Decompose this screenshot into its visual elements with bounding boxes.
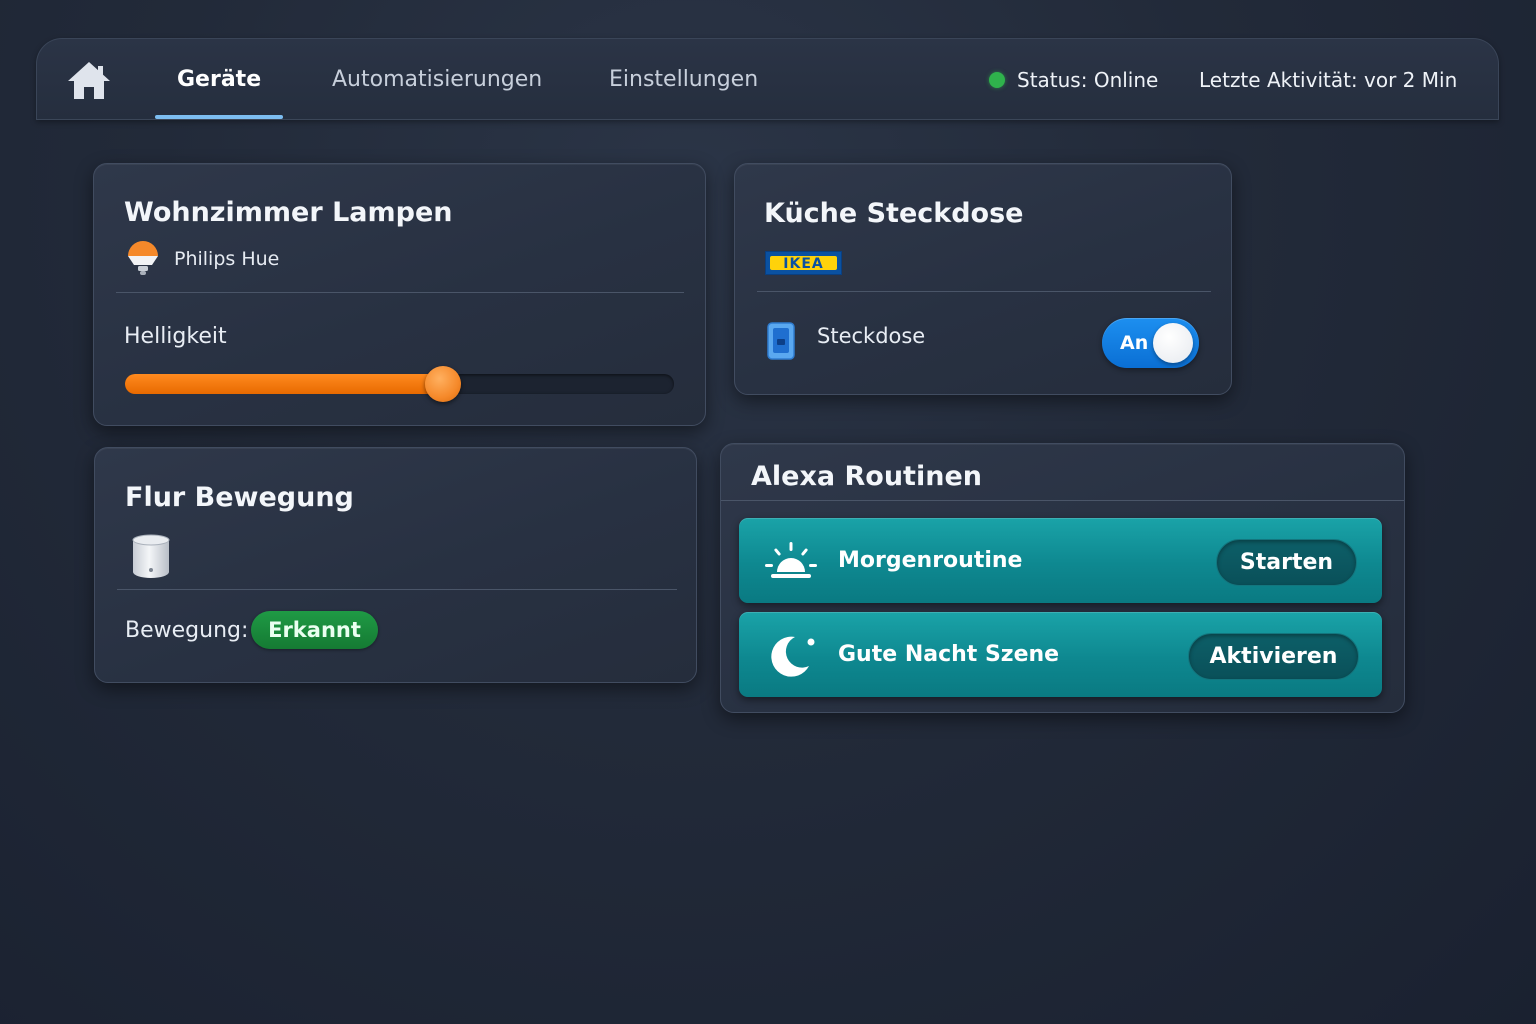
divider — [117, 589, 677, 590]
motion-label: Bewegung: — [125, 618, 249, 643]
card-title: Wohnzimmer Lampen — [124, 197, 453, 228]
routine-row-morgenroutine: Morgenroutine Starten — [739, 518, 1382, 603]
toggle-label: An — [1120, 332, 1149, 354]
activate-routine-button[interactable]: Aktivieren — [1188, 633, 1359, 680]
last-activity-text: Letzte Aktivität: vor 2 Min — [1199, 68, 1458, 92]
top-navigation-bar: Geräte Automatisierungen Einstellungen S… — [36, 38, 1499, 120]
status-indicator-icon — [989, 72, 1005, 88]
outlet-label: Steckdose — [817, 324, 926, 348]
divider — [757, 291, 1211, 292]
brightness-label: Helligkeit — [124, 324, 227, 349]
ikea-logo: IKEA — [765, 251, 842, 275]
brightness-slider-thumb[interactable] — [425, 366, 462, 402]
brand-row: Philips Hue — [126, 241, 279, 277]
connection-status: Status: Online — [989, 39, 1158, 121]
brand-label: Philips Hue — [174, 248, 280, 270]
tab-geraete[interactable]: Geräte — [177, 39, 261, 121]
brightness-slider[interactable] — [125, 366, 674, 402]
device-card-wohnzimmer-lampen: Wohnzimmer Lampen Philips Hue Helligkeit — [93, 163, 706, 426]
moon-icon — [771, 636, 815, 677]
device-card-flur-bewegung: Flur Bewegung Bewegung: Erkannt — [94, 447, 697, 683]
sunrise-icon — [765, 542, 817, 578]
active-tab-indicator — [155, 115, 283, 119]
device-card-kueche-steckdose: Küche Steckdose IKEA Steckdose An — [734, 163, 1232, 395]
home-icon[interactable] — [65, 59, 113, 103]
routine-label: Gute Nacht Szene — [838, 642, 1060, 667]
brightness-slider-fill — [125, 374, 444, 394]
card-title: Küche Steckdose — [764, 198, 1024, 229]
card-title: Flur Bewegung — [125, 482, 354, 513]
alexa-routines-card: Alexa Routinen Morgenroutine Starten Gut… — [720, 443, 1405, 713]
motion-sensor-icon — [132, 534, 170, 578]
tab-automatisierungen[interactable]: Automatisierungen — [332, 39, 542, 121]
routine-label: Morgenroutine — [838, 548, 1023, 573]
tab-einstellungen[interactable]: Einstellungen — [609, 39, 758, 121]
toggle-knob — [1153, 323, 1193, 363]
status-text: Status: Online — [1017, 68, 1159, 92]
lightbulb-icon — [128, 241, 158, 275]
motion-status-badge: Erkannt — [251, 611, 378, 649]
start-routine-button[interactable]: Starten — [1216, 539, 1357, 586]
svg-text:IKEA: IKEA — [783, 256, 823, 270]
outlet-icon — [767, 322, 795, 360]
card-title: Alexa Routinen — [751, 461, 982, 492]
divider — [116, 292, 684, 293]
divider — [721, 500, 1404, 501]
routine-row-gute-nacht: Gute Nacht Szene Aktivieren — [739, 612, 1382, 697]
power-toggle[interactable]: An — [1102, 318, 1199, 368]
